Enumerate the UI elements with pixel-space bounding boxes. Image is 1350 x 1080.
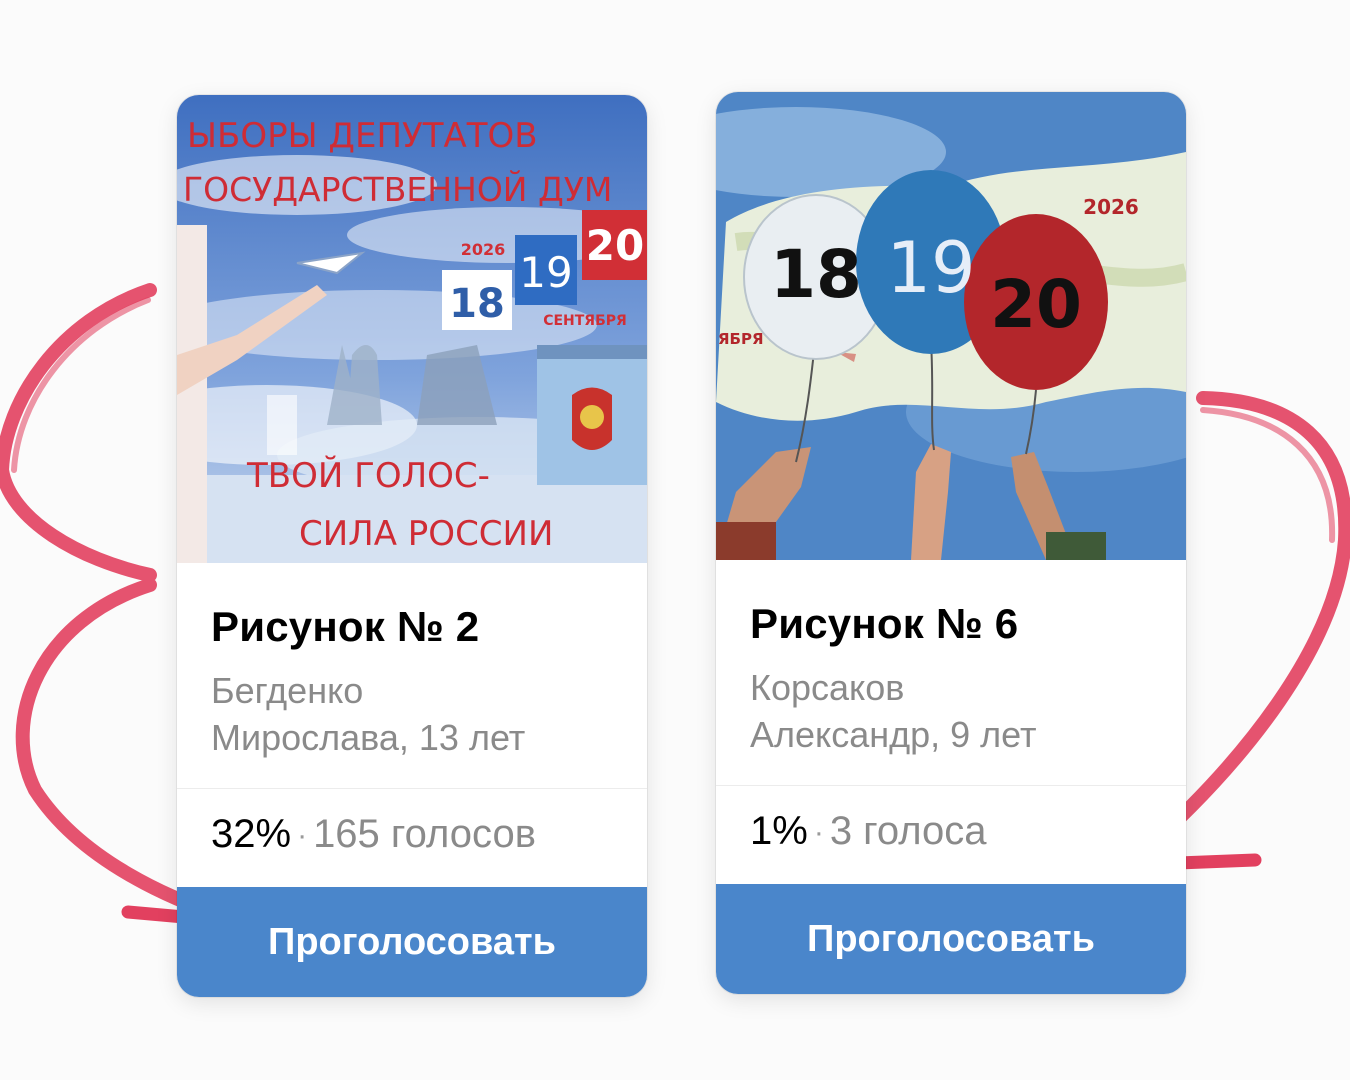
- artwork-image: 18 19 20 2026 ЯБРЯ: [716, 92, 1186, 560]
- balloon-day-1: 18: [770, 236, 862, 313]
- artwork-year: 2026: [1083, 195, 1139, 219]
- poll-option-card[interactable]: 18 19 20 2026 ЯБРЯ Рисунок № 6 Корсаков …: [716, 92, 1186, 994]
- artwork-day-1: 18: [449, 281, 505, 327]
- vote-count: 165 голосов: [313, 812, 536, 856]
- balloon-day-3: 20: [990, 266, 1082, 343]
- divider: [716, 785, 1186, 786]
- artwork-headline-2: ГОСУДАРСТВЕННОЙ ДУМ: [183, 169, 612, 209]
- artwork-slogan-1: ТВОЙ ГОЛОС-: [246, 455, 490, 496]
- vote-percent: 1%: [750, 809, 808, 853]
- separator-dot: ·: [297, 819, 308, 853]
- artwork-day-2: 19: [519, 248, 572, 297]
- artwork-image: 18 19 20 2026 СЕНТЯБРЯ ЫБОРЫ ДЕПУТАТОВ Г…: [177, 95, 647, 563]
- author-surname: Бегденко: [211, 670, 364, 711]
- separator-dot: ·: [813, 816, 824, 850]
- divider: [177, 788, 647, 789]
- artwork-headline-1: ЫБОРЫ ДЕПУТАТОВ: [187, 116, 538, 156]
- artwork-month-fragment: ЯБРЯ: [718, 330, 764, 348]
- author-name-age: Мирослава, 13 лет: [211, 717, 526, 758]
- card-title: Рисунок № 6: [750, 600, 1019, 647]
- poll-option-card[interactable]: 18 19 20 2026 СЕНТЯБРЯ ЫБОРЫ ДЕПУТАТОВ Г…: [177, 95, 647, 997]
- artwork-slogan-2: СИЛА РОССИИ: [299, 514, 553, 554]
- vote-percent: 32%: [211, 812, 292, 856]
- author-info: Корсаков Александр, 9 лет: [750, 664, 1036, 758]
- vote-stats: 1% · 3 голоса: [750, 809, 987, 854]
- artwork-month: СЕНТЯБРЯ: [543, 313, 627, 329]
- artwork-year: 2026: [461, 240, 506, 259]
- author-surname: Корсаков: [750, 667, 905, 708]
- vote-button[interactable]: Проголосовать: [716, 884, 1186, 994]
- vote-stats: 32% · 165 голосов: [211, 812, 536, 857]
- card-title: Рисунок № 2: [211, 603, 480, 650]
- vote-button[interactable]: Проголосовать: [177, 887, 647, 997]
- vote-count: 3 голоса: [829, 809, 987, 853]
- author-name-age: Александр, 9 лет: [750, 714, 1037, 755]
- author-info: Бегденко Мирослава, 13 лет: [211, 667, 525, 761]
- balloon-day-2: 19: [886, 227, 975, 309]
- artwork-day-3: 20: [586, 221, 644, 270]
